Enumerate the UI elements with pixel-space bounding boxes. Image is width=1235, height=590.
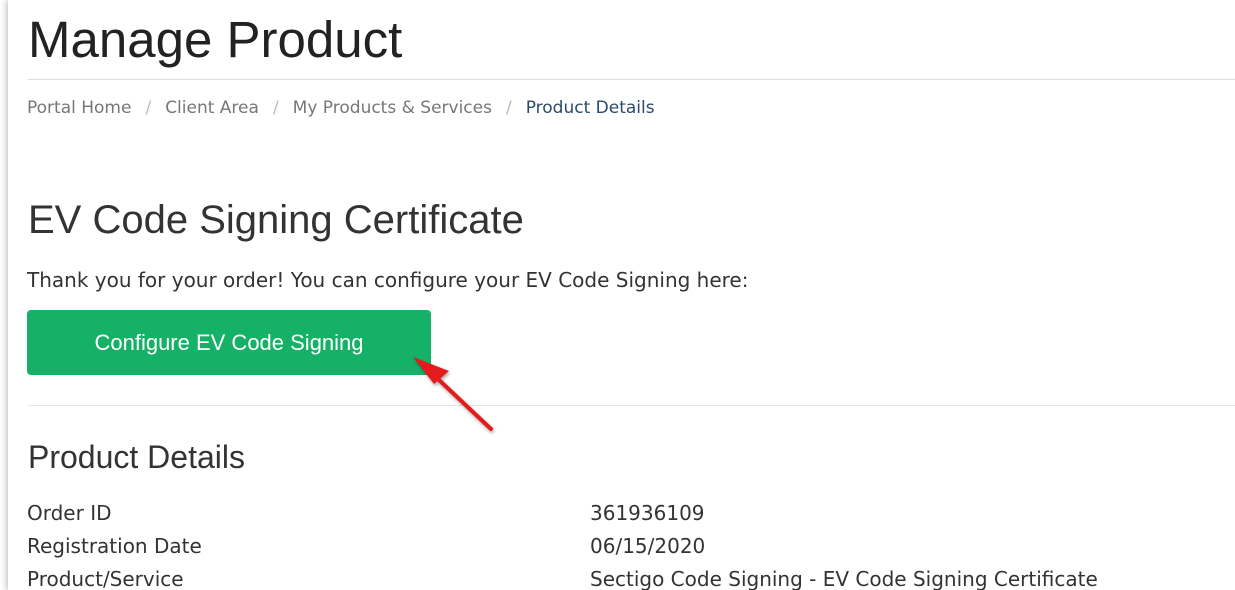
- product-details-table: Order ID 361936109 Registration Date 06/…: [27, 497, 1098, 590]
- details-label: Order ID: [27, 501, 112, 525]
- details-row-product-service: Product/Service Sectigo Code Signing - E…: [27, 563, 1098, 590]
- details-row-registration-date: Registration Date 06/15/2020: [27, 530, 1098, 563]
- details-label: Product/Service: [27, 567, 184, 590]
- breadcrumb-my-products-services[interactable]: My Products & Services: [293, 98, 492, 118]
- details-row-order-id: Order ID 361936109: [27, 497, 1098, 530]
- breadcrumb-client-area[interactable]: Client Area: [165, 98, 259, 118]
- details-value: Sectigo Code Signing - EV Code Signing C…: [590, 567, 1098, 590]
- page-title: Manage Product: [28, 11, 403, 68]
- order-intro-text: Thank you for your order! You can config…: [27, 268, 749, 292]
- details-value: 06/15/2020: [590, 534, 706, 558]
- section-divider: [28, 405, 1235, 406]
- breadcrumb-separator: /: [145, 98, 152, 118]
- title-divider: [28, 79, 1235, 80]
- breadcrumb-separator: /: [272, 98, 279, 118]
- details-label: Registration Date: [27, 534, 202, 558]
- configure-ev-code-signing-button[interactable]: Configure EV Code Signing: [27, 310, 431, 375]
- breadcrumb-portal-home[interactable]: Portal Home: [27, 98, 131, 118]
- breadcrumb-separator: /: [505, 98, 512, 118]
- product-title: EV Code Signing Certificate: [28, 198, 524, 242]
- breadcrumb: Portal Home / Client Area / My Products & Se…: [27, 96, 655, 120]
- product-page: Manage Product Portal Home / Client Area / M…: [8, 0, 1235, 590]
- details-value: 361936109: [590, 501, 705, 525]
- breadcrumb-product-details: Product Details: [525, 98, 655, 118]
- product-details-heading: Product Details: [28, 439, 245, 475]
